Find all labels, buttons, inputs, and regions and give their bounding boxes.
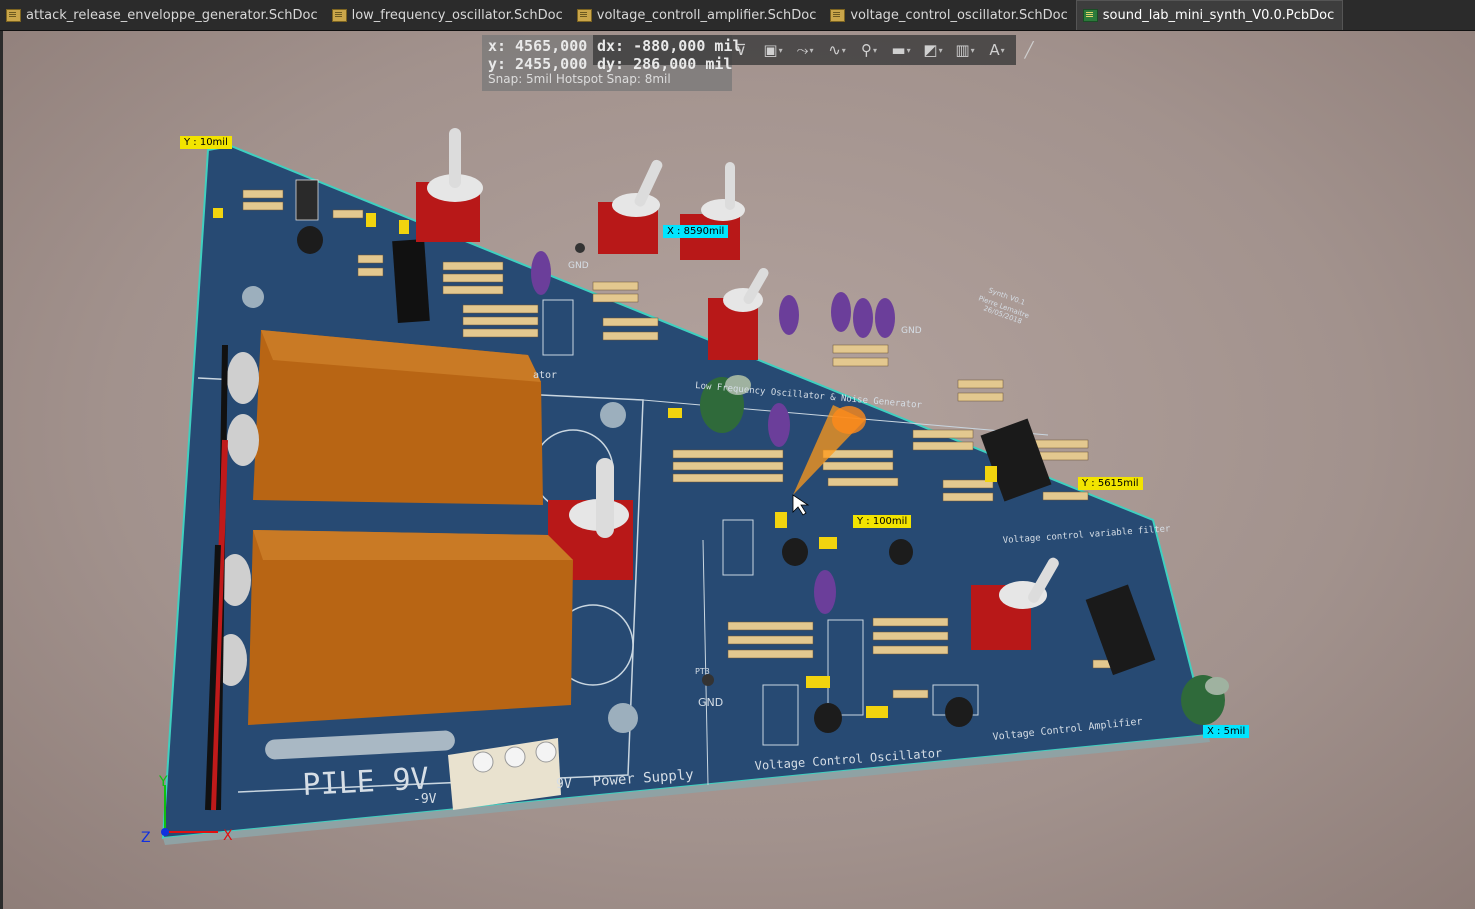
tab-label: low_frequency_oscillator.SchDoc bbox=[351, 7, 563, 23]
toggle-switch[interactable] bbox=[416, 128, 483, 242]
schematic-doc-icon bbox=[6, 8, 21, 22]
line-icon[interactable]: ╱ bbox=[1016, 38, 1042, 62]
pcb-3d-viewport[interactable]: PILE 9V -9V 9V Power Supply Voltage Cont… bbox=[0, 31, 1475, 909]
axis-x-label: X bbox=[223, 828, 233, 844]
hud-y-value: 2455,000 bbox=[515, 55, 588, 73]
measure-tag-x-bottom: X : 5mil bbox=[1203, 725, 1250, 738]
hud-y-row: y: 2455,000 bbox=[488, 55, 588, 73]
mounting-hole bbox=[242, 286, 264, 308]
tab-voltage-controll-amplifier[interactable]: voltage_controll_amplifier.SchDoc bbox=[571, 0, 825, 30]
tab-label: voltage_control_oscillator.SchDoc bbox=[850, 7, 1068, 23]
tab-pcb-document[interactable]: sound_lab_mini_synth_V0.0.PcbDoc bbox=[1075, 0, 1344, 30]
route-icon[interactable]: ⤳ bbox=[792, 38, 818, 62]
battery-9v bbox=[248, 530, 573, 725]
silkscreen-pt3: PT3 bbox=[695, 667, 710, 676]
tab-label: attack_release_enveloppe_generator.SchDo… bbox=[26, 7, 318, 23]
silkscreen-plus9: 9V bbox=[556, 777, 572, 792]
hud-dx-row: dx: -880,000 mil bbox=[597, 37, 742, 55]
hud-dx-value: -880,000 mil bbox=[633, 37, 742, 55]
measure-tag-x-top: X : 8590mil bbox=[663, 225, 729, 238]
toggle-switch[interactable] bbox=[680, 162, 745, 260]
silkscreen-gnd: GND bbox=[901, 326, 922, 336]
place-pad-icon[interactable]: ⚲ bbox=[856, 38, 882, 62]
hud-dy-value: 286,000 mil bbox=[633, 55, 733, 73]
document-tab-bar: attack_release_enveloppe_generator.SchDo… bbox=[0, 0, 1475, 31]
filter-icon[interactable]: ⊽ bbox=[728, 38, 754, 62]
silkscreen-minus9: -9V bbox=[413, 792, 437, 807]
toggle-switch[interactable] bbox=[708, 266, 770, 360]
interactive-route-icon[interactable]: ∿ bbox=[824, 38, 850, 62]
battery-9v bbox=[253, 330, 543, 505]
measure-tag-y-mid: Y : 100mil bbox=[853, 515, 912, 528]
hud-x-value: 4565,000 bbox=[515, 37, 588, 55]
hud-snap: Snap: 5mil Hotspot Snap: 8mil bbox=[488, 72, 671, 86]
silkscreen-gnd: GND bbox=[698, 696, 723, 709]
toolbar-icons: ⊽▣⤳∿⚲▬◩▥A╱ bbox=[728, 38, 1042, 62]
schematic-doc-icon bbox=[830, 8, 846, 22]
silkscreen-gnd: GND bbox=[568, 261, 589, 271]
schematic-doc-icon bbox=[331, 8, 347, 22]
polygon-icon[interactable]: ◩ bbox=[920, 38, 946, 62]
mounting-hole bbox=[608, 703, 638, 733]
tab-envelope-generator[interactable]: attack_release_enveloppe_generator.SchDo… bbox=[0, 0, 326, 30]
schematic-doc-icon bbox=[576, 8, 592, 22]
silkscreen-envelope: ator bbox=[533, 370, 557, 381]
silkscreen-pile: PILE 9V bbox=[302, 761, 430, 803]
hud-dy-row: dy: 286,000 mil bbox=[597, 55, 733, 73]
measure-tag-y-right: Y : 5615mil bbox=[1078, 477, 1143, 490]
active-bar-toolbar: dx: -880,000 mil dy: 286,000 mil ⊽▣⤳∿⚲▬◩… bbox=[593, 35, 1034, 73]
tab-low-frequency-oscillator[interactable]: low_frequency_oscillator.SchDoc bbox=[326, 0, 571, 30]
text-icon[interactable]: A bbox=[984, 38, 1010, 62]
axis-z-label: Z bbox=[141, 830, 151, 846]
select-icon[interactable]: ▣ bbox=[760, 38, 786, 62]
tab-label: sound_lab_mini_synth_V0.0.PcbDoc bbox=[1102, 8, 1335, 23]
mounting-hole bbox=[600, 402, 626, 428]
tab-voltage-control-oscillator[interactable]: voltage_control_oscillator.SchDoc bbox=[824, 0, 1075, 30]
pcb-doc-icon bbox=[1082, 9, 1098, 22]
measure-tag-y-top: Y : 10mil bbox=[180, 136, 232, 149]
hud-x-row: x: 4565,000 bbox=[488, 37, 588, 55]
regulator bbox=[295, 179, 319, 221]
chart-icon[interactable]: ▥ bbox=[952, 38, 978, 62]
ic-chip bbox=[392, 238, 430, 324]
place-fill-icon[interactable]: ▬ bbox=[888, 38, 914, 62]
toggle-switch[interactable] bbox=[598, 158, 664, 254]
3d-cursor-beam-top bbox=[832, 406, 866, 434]
axis-y-label: Y bbox=[158, 774, 168, 790]
pcb-3d-scene: PILE 9V -9V 9V Power Supply Voltage Cont… bbox=[141, 128, 1229, 846]
tab-label: voltage_controll_amplifier.SchDoc bbox=[596, 7, 817, 23]
